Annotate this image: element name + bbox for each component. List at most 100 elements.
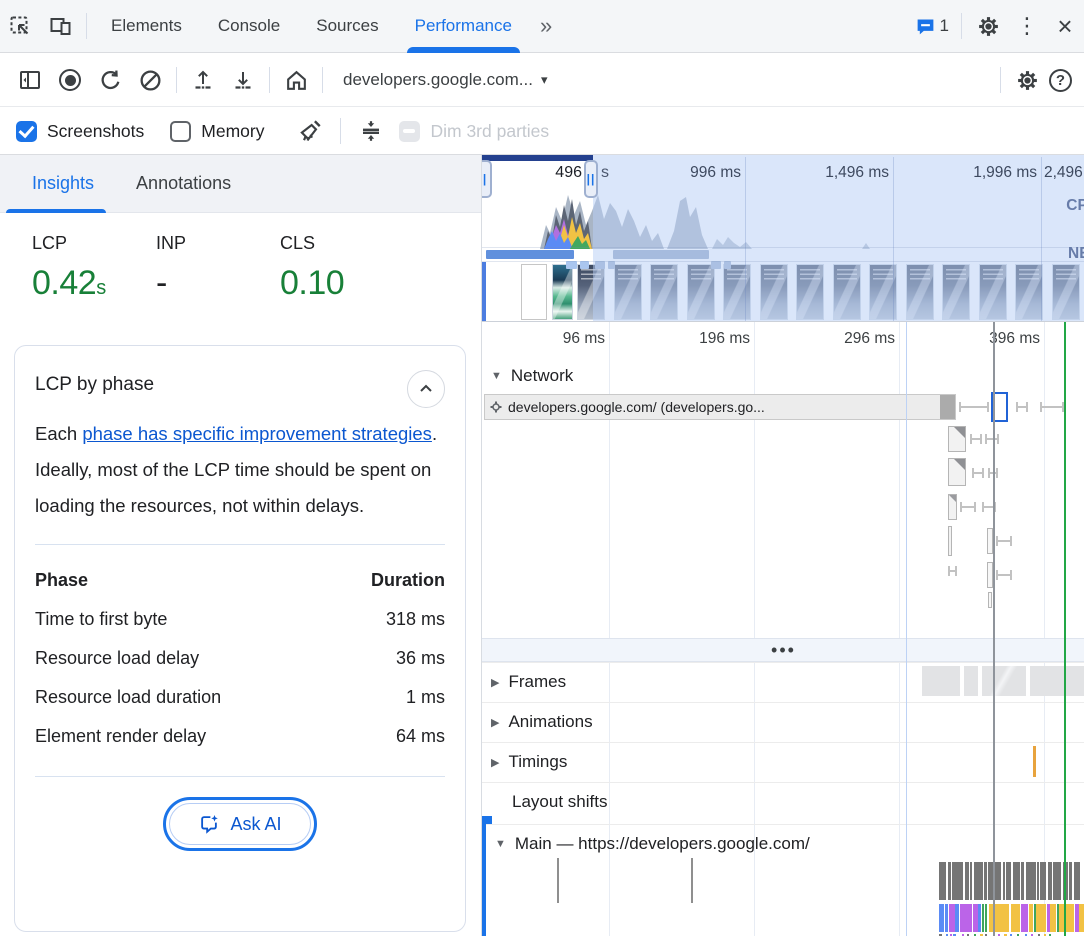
network-activity-bar [566, 261, 577, 269]
network-request-box[interactable] [988, 592, 992, 608]
collapse-card-button[interactable] [407, 370, 445, 408]
phase-name: Time to first byte [35, 600, 167, 639]
load-profile-button[interactable] [183, 62, 223, 98]
metric-label: LCP [32, 233, 156, 254]
disclosure-triangle-icon: ▼ [491, 370, 502, 382]
clear-recording-button[interactable] [130, 62, 170, 98]
help-button[interactable]: ? [1049, 69, 1072, 92]
upload-icon [191, 68, 215, 92]
collapse-tracks-button[interactable] [351, 113, 391, 149]
overview-window-right-handle[interactable]: || [584, 160, 598, 198]
sidebar-tab-strip: Insights Annotations [0, 155, 481, 213]
ruler-tick: 396 ms [950, 330, 1040, 348]
capture-settings-button[interactable] [1007, 62, 1047, 98]
divider [961, 13, 962, 39]
inspect-cursor-icon [8, 14, 32, 38]
request-label: developers.google.com/ (developers.go... [508, 399, 765, 415]
chevrons-icon: » [540, 13, 552, 38]
track-label: Animations [508, 712, 592, 732]
overview-tick: 1,996 ms [947, 164, 1037, 182]
timeline-overview[interactable]: 496 s 996 ms 1,496 ms 1,996 ms 2,496 ms … [482, 155, 1084, 322]
request-whisker [960, 502, 976, 512]
improvement-strategies-link[interactable]: phase has specific improvement strategie… [82, 423, 432, 444]
main-flame-chart[interactable] [939, 862, 1084, 936]
download-icon [231, 68, 255, 92]
screenshots-checkbox[interactable] [16, 121, 37, 142]
tab-insights[interactable]: Insights [18, 155, 108, 213]
tab-label: Console [218, 16, 280, 36]
tab-elements[interactable]: Elements [93, 0, 200, 53]
card-description: Each phase has specific improvement stra… [35, 416, 445, 524]
close-icon: × [1057, 11, 1072, 41]
overview-tick: 1,496 ms [799, 164, 889, 182]
request-whisker [996, 570, 1012, 580]
save-profile-button[interactable] [223, 62, 263, 98]
card-title: LCP by phase [35, 370, 154, 396]
network-request-bar[interactable]: developers.google.com/ (developers.go... [484, 394, 956, 420]
record-and-reload-button[interactable] [90, 62, 130, 98]
tab-annotations[interactable]: Annotations [122, 155, 245, 213]
request-whisker [1040, 402, 1064, 412]
tab-performance[interactable]: Performance [397, 0, 530, 53]
toggle-sidebar-button[interactable] [10, 62, 50, 98]
gear-icon [1015, 68, 1040, 93]
divider [86, 13, 87, 39]
more-options-button[interactable]: ⋮ [1008, 13, 1046, 39]
insights-sidebar: Insights Annotations LCP 0.42s INP - CLS… [0, 155, 481, 936]
ruler-tick: 196 ms [660, 330, 750, 348]
metric-value: 0.42 [32, 264, 96, 302]
timeline-tracks[interactable]: 96 ms 196 ms 296 ms 396 ms ▼ Network dev… [482, 322, 1084, 936]
tab-sources[interactable]: Sources [298, 0, 396, 53]
more-tabs-button[interactable]: » [530, 13, 562, 39]
overview-window-time-unit: s [601, 164, 609, 182]
metric-inp: INP - [156, 233, 280, 303]
block-icon [138, 68, 163, 93]
performance-toolbar: developers.google.com... ▾ ? [0, 54, 1084, 107]
filmstrip-screenshot [552, 264, 573, 320]
devtools-window: Elements Console Sources Performance » 1 [0, 0, 1084, 936]
request-whisker [996, 536, 1012, 546]
record-button[interactable] [50, 62, 90, 98]
tab-console[interactable]: Console [200, 0, 298, 53]
disclosure-triangle-icon: ▶ [491, 716, 499, 729]
overview-window-left-handle[interactable]: | [482, 160, 492, 198]
metric-cls: CLS 0.10 [280, 233, 344, 303]
request-whisker [970, 434, 982, 444]
home-icon [284, 68, 309, 93]
divider [35, 776, 445, 777]
main-task-tick [691, 858, 693, 903]
disclosure-triangle-icon: ▶ [491, 756, 499, 769]
home-button[interactable] [276, 62, 316, 98]
disclosure-triangle-icon: ▼ [495, 838, 506, 850]
phase-duration: 64 ms [396, 717, 445, 756]
more-vert-icon: ⋮ [1016, 13, 1038, 38]
issues-button[interactable]: 1 [909, 16, 955, 37]
main-track-selection-edge [482, 819, 486, 936]
memory-checkbox[interactable] [170, 121, 191, 142]
history-dropdown[interactable]: developers.google.com... ▾ [329, 70, 561, 90]
lcp-by-phase-card: LCP by phase Each phase has specific imp… [14, 345, 466, 932]
divider [322, 67, 323, 93]
network-request-box[interactable] [948, 458, 966, 486]
dim-3rd-parties-checkbox[interactable] [399, 121, 420, 142]
panel-left-icon [18, 68, 42, 92]
close-devtools-button[interactable]: × [1046, 11, 1084, 42]
track-label: Timings [508, 752, 567, 772]
inspect-element-button[interactable] [0, 8, 40, 44]
ask-ai-button[interactable]: Ask AI [163, 797, 316, 851]
table-row: Resource load delay 36 ms [35, 639, 445, 678]
request-whisker [1016, 402, 1028, 412]
network-request-box[interactable] [948, 426, 966, 452]
phase-name: Resource load delay [35, 639, 199, 678]
network-request-box[interactable] [948, 526, 952, 556]
settings-button[interactable] [968, 8, 1008, 44]
grip-icon: | [483, 172, 487, 186]
device-toolbar-button[interactable] [40, 8, 80, 44]
overview-window-time: 496 [522, 164, 582, 182]
metric-lcp: LCP 0.42s [32, 233, 156, 303]
network-request-box[interactable] [948, 494, 957, 520]
collect-garbage-button[interactable] [290, 113, 330, 149]
track-label: Main — https://developers.google.com/ [515, 834, 810, 854]
overview-tick: 2,496 ms [1044, 164, 1084, 182]
tab-bar-right: 1 ⋮ × [909, 8, 1084, 44]
